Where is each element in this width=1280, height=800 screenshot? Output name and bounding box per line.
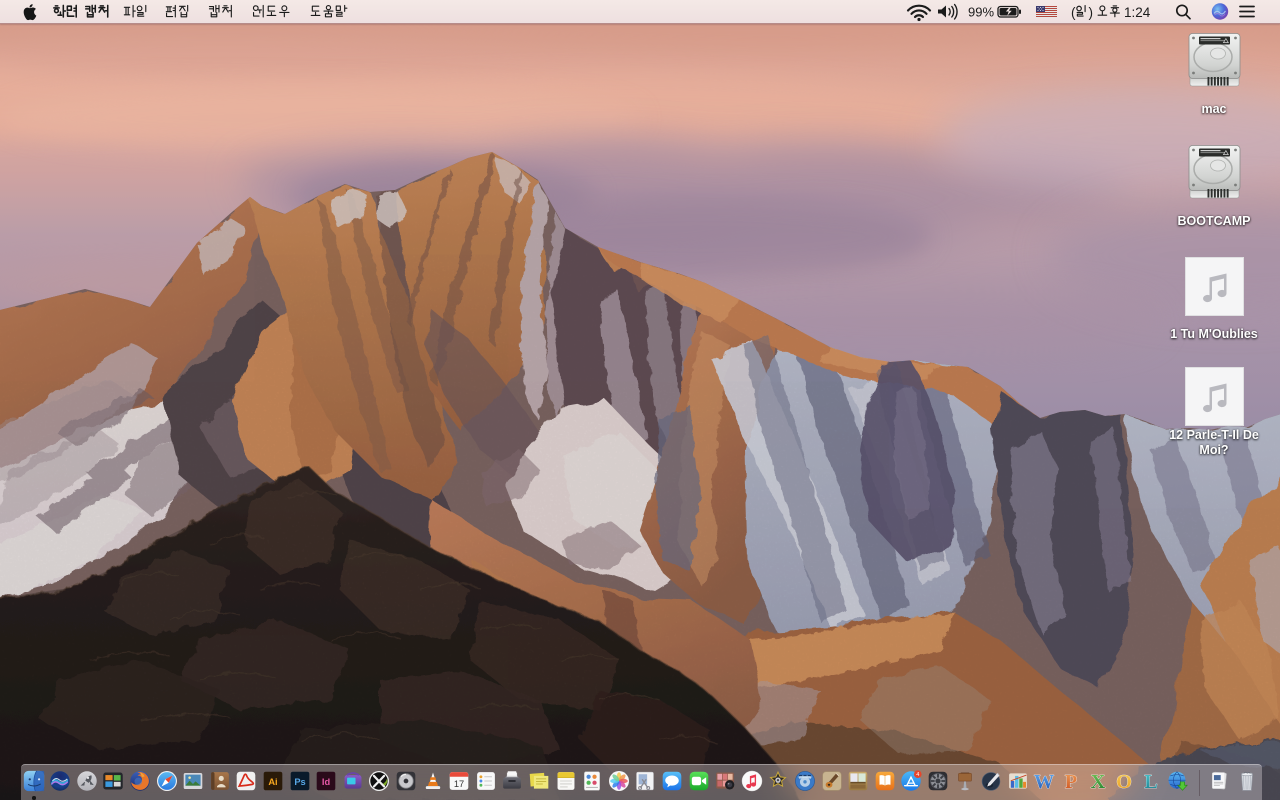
svg-text:L: L [1144,771,1158,792]
svg-text:99%: 99% [968,5,994,20]
svg-text:X: X [1090,771,1105,792]
svg-text:P: P [1065,771,1077,792]
svg-text:Id: Id [322,777,331,787]
svg-text:W: W [1034,771,1054,792]
svg-text:Ai: Ai [268,777,277,787]
svg-text:): ) [1089,5,1094,20]
svg-text:Ps: Ps [294,777,305,787]
svg-text:(: ( [1071,5,1076,20]
svg-text:4: 4 [917,772,920,778]
svg-text:O: O [1116,771,1132,792]
svg-text:1:24: 1:24 [1124,5,1151,20]
svg-text:17: 17 [454,779,464,789]
